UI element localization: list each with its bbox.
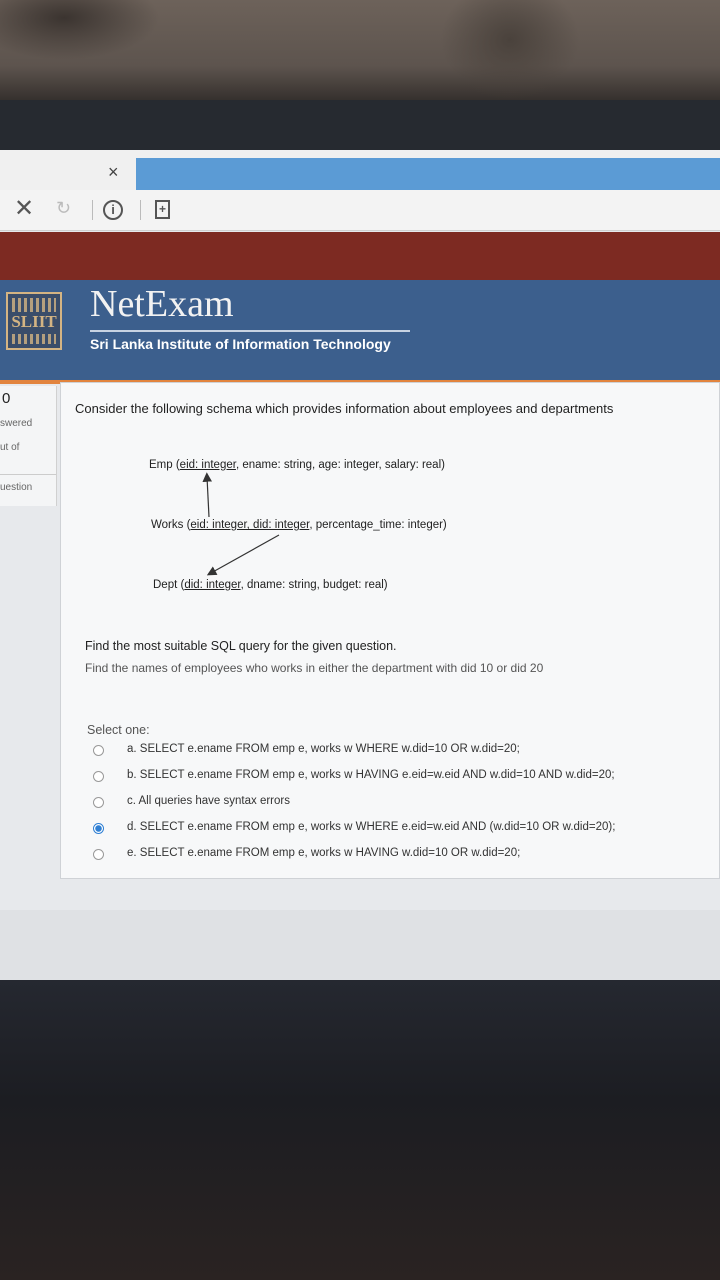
answer-option-e[interactable]: e. SELECT e.ename FROM emp e, works w HA… xyxy=(93,846,693,866)
laptop-keyboard-area xyxy=(0,980,720,1280)
option-label[interactable]: a. SELECT e.ename FROM emp e, works w WH… xyxy=(127,743,520,755)
question-info-panel: 0 swered ut of uestion xyxy=(0,386,57,506)
radio-button[interactable] xyxy=(93,849,104,860)
question-number: 0 xyxy=(2,390,11,407)
panel-divider xyxy=(0,474,56,475)
plant-shadow xyxy=(0,0,160,60)
instruction-heading: Find the most suitable SQL query for the… xyxy=(85,639,397,653)
flag-question-link[interactable]: uestion xyxy=(0,482,32,493)
logo-pattern xyxy=(12,298,56,312)
answer-option-b[interactable]: b. SELECT e.ename FROM emp e, works w HA… xyxy=(93,768,693,788)
logo-pattern xyxy=(12,334,56,344)
add-page-icon[interactable]: + xyxy=(155,200,170,219)
question-card: Consider the following schema which prov… xyxy=(60,382,720,879)
answer-option-a[interactable]: a. SELECT e.ename FROM emp e, works w WH… xyxy=(93,742,693,762)
radio-button[interactable] xyxy=(93,771,104,782)
arrow-works-to-dept xyxy=(206,534,280,576)
site-title: NetExam xyxy=(90,283,234,325)
tab-bar: × xyxy=(0,150,720,190)
page-footer-area xyxy=(0,910,720,980)
stop-loading-icon[interactable]: ✕ xyxy=(14,194,34,223)
select-one-label: Select one: xyxy=(87,723,150,737)
site-subtitle: Sri Lanka Institute of Information Techn… xyxy=(90,336,391,352)
option-label[interactable]: d. SELECT e.ename FROM emp e, works w WH… xyxy=(127,821,615,833)
toolbar-divider xyxy=(92,200,93,220)
option-label[interactable]: b. SELECT e.ename FROM emp e, works w HA… xyxy=(127,769,615,781)
answer-option-c[interactable]: c. All queries have syntax errors xyxy=(93,794,693,814)
option-label[interactable]: c. All queries have syntax errors xyxy=(127,795,290,807)
radio-button[interactable] xyxy=(93,823,104,834)
reload-icon[interactable]: ↻ xyxy=(56,198,71,219)
close-tab-icon[interactable]: × xyxy=(108,162,119,183)
background-wall xyxy=(0,0,720,110)
radio-button[interactable] xyxy=(93,745,104,756)
question-text: Find the names of employees who works in… xyxy=(85,661,544,675)
logo-text: SLIIT xyxy=(11,312,57,331)
marks-label: ut of xyxy=(0,442,20,453)
title-divider xyxy=(90,330,410,332)
browser-screen: × ✕ ↻ i + SLIIT NetExam Sri Lanka Instit… xyxy=(0,150,720,980)
arrow-works-to-emp xyxy=(202,472,213,518)
answer-status: swered xyxy=(0,418,33,429)
header-red-band xyxy=(0,232,720,280)
answer-option-d[interactable]: d. SELECT e.ename FROM emp e, works w WH… xyxy=(93,820,693,840)
sliit-logo[interactable]: SLIIT xyxy=(6,292,62,350)
site-header: SLIIT NetExam Sri Lanka Institute of Inf… xyxy=(0,280,720,380)
site-info-icon[interactable]: i xyxy=(103,200,123,220)
radio-button[interactable] xyxy=(93,797,104,808)
schema-arrows xyxy=(202,472,280,576)
active-tab[interactable] xyxy=(136,158,720,190)
plant-shadow xyxy=(440,0,580,100)
toolbar-divider xyxy=(140,200,141,220)
option-label[interactable]: e. SELECT e.ename FROM emp e, works w HA… xyxy=(127,847,520,859)
